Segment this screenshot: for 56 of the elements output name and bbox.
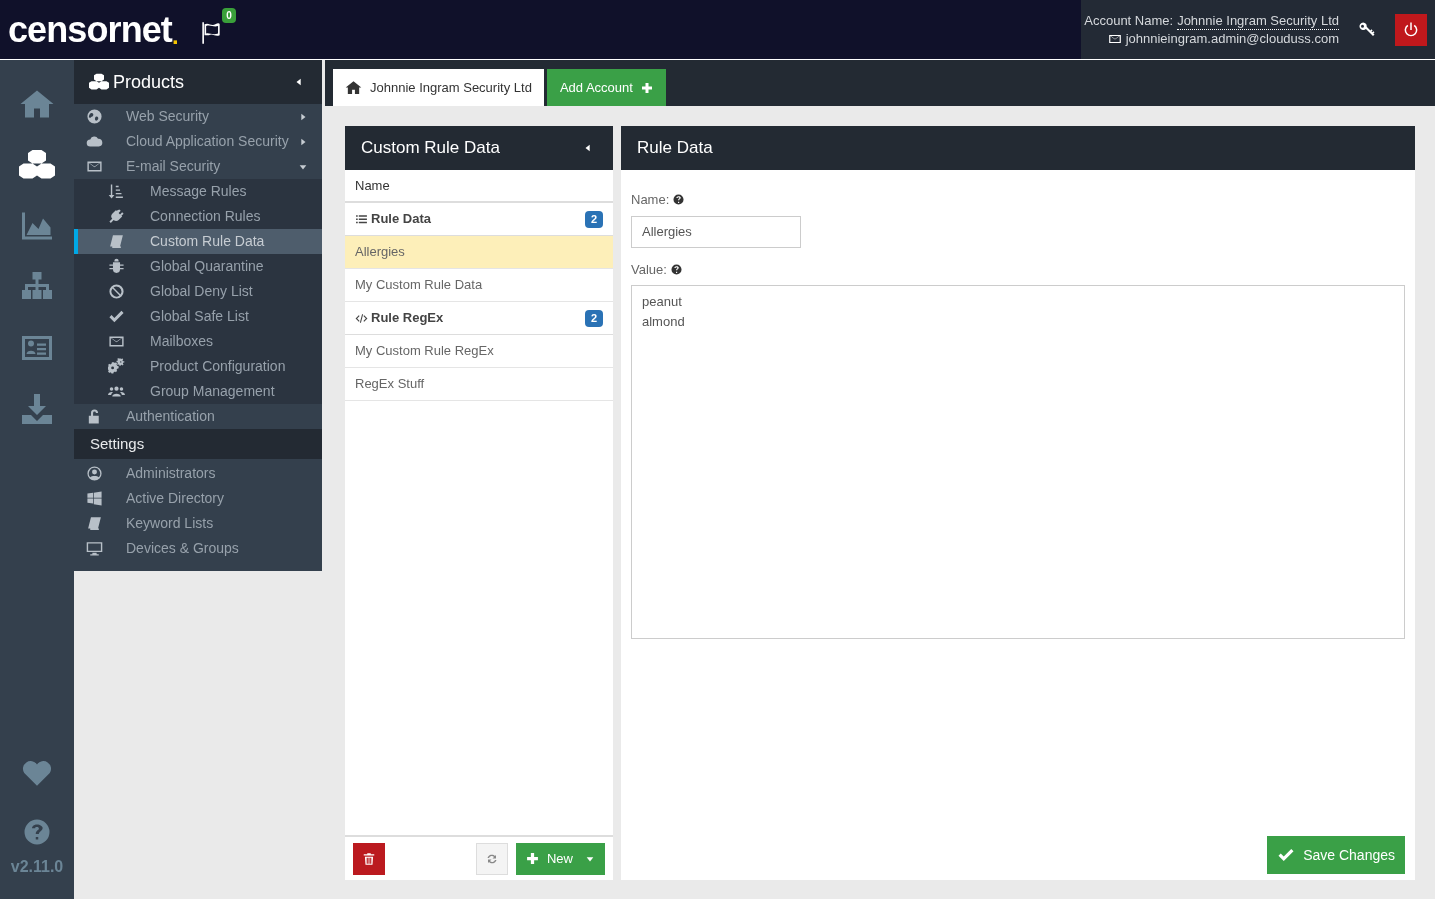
ban-icon xyxy=(108,283,125,300)
help-icon xyxy=(670,263,682,275)
count-badge: 2 xyxy=(584,309,603,327)
code-icon xyxy=(355,311,368,325)
refresh-icon xyxy=(486,852,498,865)
logo[interactable]: censornet. xyxy=(8,11,178,48)
menu-item[interactable]: Authentication xyxy=(74,404,322,429)
account-label: Account Name: xyxy=(1084,12,1174,30)
refresh-button[interactable] xyxy=(476,842,508,875)
add-account-button[interactable]: Add Account xyxy=(546,69,666,106)
version-label: v2.11.0 xyxy=(10,857,64,877)
home-icon xyxy=(345,79,362,96)
sort-lines-icon xyxy=(108,183,125,200)
new-button[interactable]: New xyxy=(516,842,605,875)
gears-icon xyxy=(108,358,125,375)
column-header[interactable]: Name xyxy=(345,170,613,203)
power-icon xyxy=(1402,20,1420,39)
monitor-icon xyxy=(86,540,103,557)
value-field[interactable]: peanut almond xyxy=(631,285,1405,639)
notification-count: 0 xyxy=(222,7,236,23)
help-icon xyxy=(673,194,685,206)
check-icon xyxy=(108,308,125,325)
panel-title: Rule Data xyxy=(637,137,713,160)
plus-icon xyxy=(526,852,539,865)
panel-title: Custom Rule Data xyxy=(361,137,501,160)
key-icon xyxy=(1358,20,1376,39)
menu-item[interactable]: Custom Rule Data xyxy=(74,229,322,254)
collapse-caret-icon xyxy=(294,76,304,88)
windows-icon xyxy=(86,490,103,507)
menu-header[interactable]: Products xyxy=(74,60,322,104)
menu-item[interactable]: E-mail Security xyxy=(74,154,322,179)
count-badge: 2 xyxy=(584,210,603,228)
field-label: Value: xyxy=(631,260,667,279)
field-label: Name: xyxy=(631,191,670,209)
download-icon xyxy=(19,391,55,427)
plus-icon xyxy=(640,81,653,94)
check-icon xyxy=(1277,846,1296,864)
logout-button[interactable] xyxy=(1395,13,1427,46)
list-row[interactable]: Allergies xyxy=(345,236,613,269)
account-name-link[interactable]: Johnnie Ingram Security Ltd xyxy=(1177,12,1339,30)
menu-item[interactable]: Cloud Application Security xyxy=(74,129,322,154)
settings-header: Settings xyxy=(74,429,322,459)
notifications-button[interactable]: 0 xyxy=(197,7,236,48)
collapse-caret-icon xyxy=(583,142,593,154)
email-address: johnnieingram.admin@clouduss.com xyxy=(1125,30,1339,47)
menu-item[interactable]: Web Security xyxy=(74,104,322,129)
delete-button[interactable] xyxy=(353,842,385,875)
globe-icon xyxy=(86,108,103,125)
plug-icon xyxy=(108,208,125,225)
bug-icon xyxy=(108,258,125,275)
help-icon xyxy=(22,817,52,847)
account-tab[interactable]: Johnnie Ingram Security Ltd xyxy=(333,69,544,106)
trash-icon xyxy=(362,851,376,866)
name-field[interactable]: Allergies xyxy=(631,215,801,248)
save-changes-button[interactable]: Save Changes xyxy=(1267,836,1405,874)
list-icon xyxy=(355,212,368,226)
